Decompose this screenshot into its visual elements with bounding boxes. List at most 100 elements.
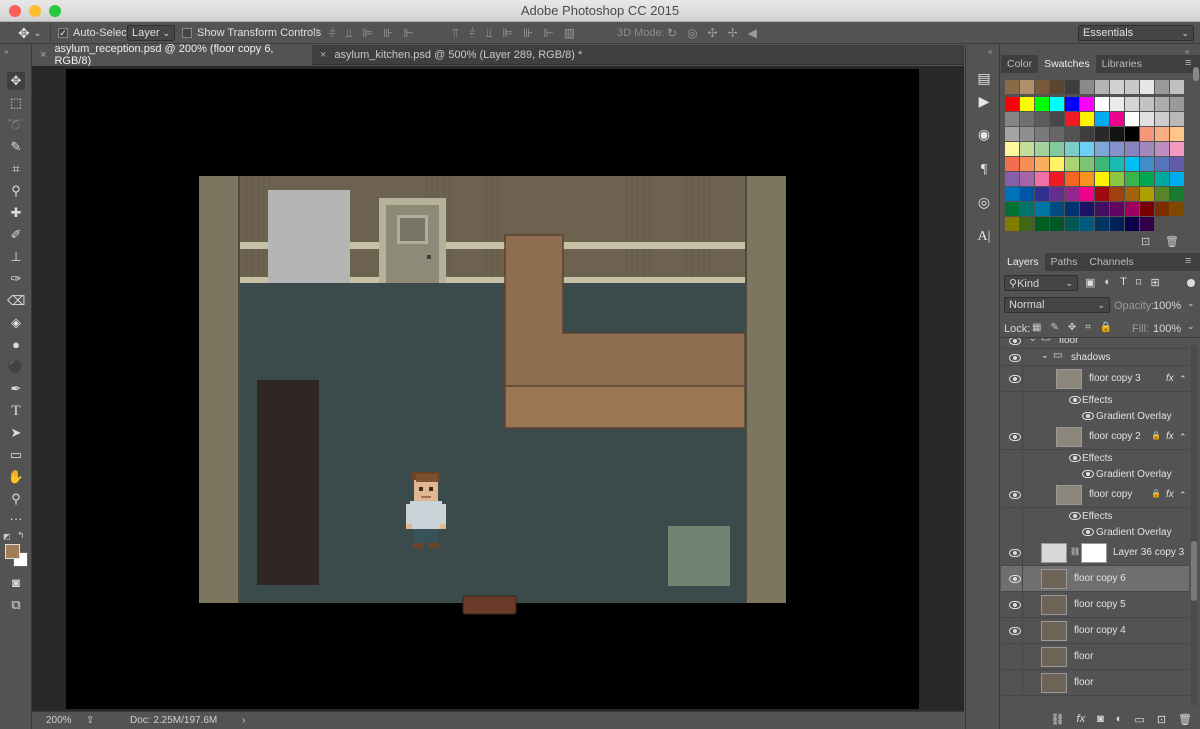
actions-panel-icon[interactable]: ▶ [975,92,993,110]
layer-effect-row[interactable]: Effects [1001,450,1189,466]
color-swatch[interactable] [1050,112,1064,126]
distribute-top-icon[interactable]: ⫪ [452,26,459,41]
new-swatch-icon[interactable]: ⊡ [1141,235,1150,248]
color-swatch[interactable] [1020,157,1034,171]
color-swatch[interactable] [1080,172,1094,186]
layer-row[interactable]: floor copy 5 [1001,592,1189,618]
fx-icon[interactable]: fx [1166,489,1174,500]
swap-colors-icon[interactable]: ↰ [17,530,25,541]
visibility-toggle[interactable] [1001,566,1023,591]
quick-select-icon[interactable]: ✎ [7,138,25,156]
color-swatch[interactable] [1155,157,1169,171]
color-swatch[interactable] [1080,127,1094,141]
trash-icon[interactable]: 🗑 [1178,713,1192,726]
tab-color[interactable]: Color [1001,55,1038,73]
color-swatch[interactable] [1035,157,1049,171]
color-swatch[interactable] [1005,80,1019,94]
brush-presets-panel-icon[interactable]: ◉ [975,125,993,143]
color-swatch[interactable] [1035,112,1049,126]
paint-bucket-icon[interactable]: ◈ [7,314,25,332]
eye-icon[interactable] [1082,470,1094,478]
color-swatch[interactable] [1080,157,1094,171]
color-swatch[interactable] [1035,172,1049,186]
fx-icon[interactable]: fx [1077,713,1086,725]
color-swatch[interactable] [1050,157,1064,171]
hand-icon[interactable]: ✋ [7,468,25,486]
layer-effect-row[interactable]: Effects [1001,392,1189,408]
status-menu-arrow-icon[interactable]: › [242,715,245,726]
healing-brush-icon[interactable]: ✚ [7,204,25,222]
layer-row[interactable]: 🔒 fx ⌃ floor copy 2 [1001,424,1189,450]
chevron-down-icon[interactable]: ⌄ [1187,298,1195,309]
color-swatch[interactable] [1080,202,1094,216]
tab-paths[interactable]: Paths [1045,253,1084,271]
layer-row[interactable]: ⛓ Layer 36 copy 3 [1001,540,1189,566]
color-swatch[interactable] [1155,142,1169,156]
eye-icon[interactable] [1069,396,1081,404]
color-swatch[interactable] [1155,127,1169,141]
color-swatch[interactable] [1005,157,1019,171]
add-mask-icon[interactable]: ◙ [1097,713,1104,725]
color-swatch[interactable] [1065,202,1079,216]
color-swatch[interactable] [1095,80,1109,94]
lasso-icon[interactable]: ➰ [7,116,25,134]
lock-all-icon[interactable]: 🔒 [1100,322,1112,333]
auto-select-dropdown[interactable]: Layer ⌄ [127,25,175,41]
collapse-effects-icon[interactable]: ⌃ [1179,490,1187,501]
workspace-dropdown[interactable]: Essentials ⌄ [1078,25,1194,41]
color-swatch[interactable] [1110,172,1124,186]
layer-row[interactable]: floor copy 6 [1001,566,1189,592]
color-swatch[interactable] [1080,142,1094,156]
filter-adjustment-icon[interactable]: ◐ [1104,276,1111,289]
eyedropper-icon[interactable]: ⚲ [7,182,25,200]
history-panel-icon[interactable]: ▤ [975,69,993,87]
tab-swatches[interactable]: Swatches [1038,55,1096,73]
layer-group-row[interactable]: ⌄ ▭ shadows [1001,349,1189,366]
color-swatch[interactable] [1020,97,1034,111]
color-swatch[interactable] [1125,97,1139,111]
drag-3d-icon[interactable]: ✣ [708,26,718,40]
color-swatch[interactable] [1125,127,1139,141]
close-tab-icon[interactable]: × [320,49,326,61]
color-swatch[interactable] [1095,217,1109,231]
color-swatch[interactable] [1005,127,1019,141]
color-swatch[interactable] [1005,142,1019,156]
scale-3d-icon[interactable]: ◀ [748,26,757,40]
color-swatch[interactable] [1170,112,1184,126]
clone-stamp-icon[interactable]: ⊥ [7,248,25,266]
color-swatch[interactable] [1005,217,1019,231]
new-layer-icon[interactable]: ⊡ [1157,713,1166,726]
distribute-hcenter-icon[interactable]: ⊪ [523,26,533,41]
filter-smart-object-icon[interactable]: ⊞ [1150,276,1159,289]
layer-group-row[interactable]: ⌄ ▭ floor [1001,338,1189,349]
layers-scrollbar[interactable] [1191,345,1197,705]
visibility-toggle[interactable] [1001,450,1023,466]
color-swatch[interactable] [1050,217,1064,231]
lock-pixels-icon[interactable]: ✎ [1050,322,1058,333]
color-swatch[interactable] [1050,97,1064,111]
color-swatch[interactable] [1125,142,1139,156]
color-swatch[interactable] [1095,142,1109,156]
color-swatch[interactable] [1170,80,1184,94]
color-swatch[interactable] [1110,97,1124,111]
color-swatch[interactable] [1065,187,1079,201]
color-swatch[interactable] [1035,187,1049,201]
collapse-panel-icon[interactable]: » [4,47,8,56]
align-vcenter-icon[interactable]: ⫩ [329,26,336,41]
color-swatch[interactable] [1170,187,1184,201]
color-swatch[interactable] [1155,187,1169,201]
align-left-icon[interactable]: ⊫ [362,26,372,41]
color-swatch[interactable] [1125,112,1139,126]
layer-effect-row[interactable]: Gradient Overlay [1001,524,1189,540]
visibility-toggle[interactable] [1001,338,1023,348]
color-swatch[interactable] [1095,187,1109,201]
filter-type-icon[interactable]: T [1120,276,1127,289]
color-swatch[interactable] [1065,142,1079,156]
color-swatch[interactable] [1140,217,1154,231]
color-swatch[interactable] [1005,97,1019,111]
color-swatch[interactable] [1110,80,1124,94]
filter-shape-icon[interactable]: ⌑ [1136,276,1142,289]
collapse-effects-icon[interactable]: ⌃ [1179,432,1187,443]
blur-icon[interactable]: ● [7,336,25,354]
eraser-icon[interactable]: ⌫ [7,292,25,310]
